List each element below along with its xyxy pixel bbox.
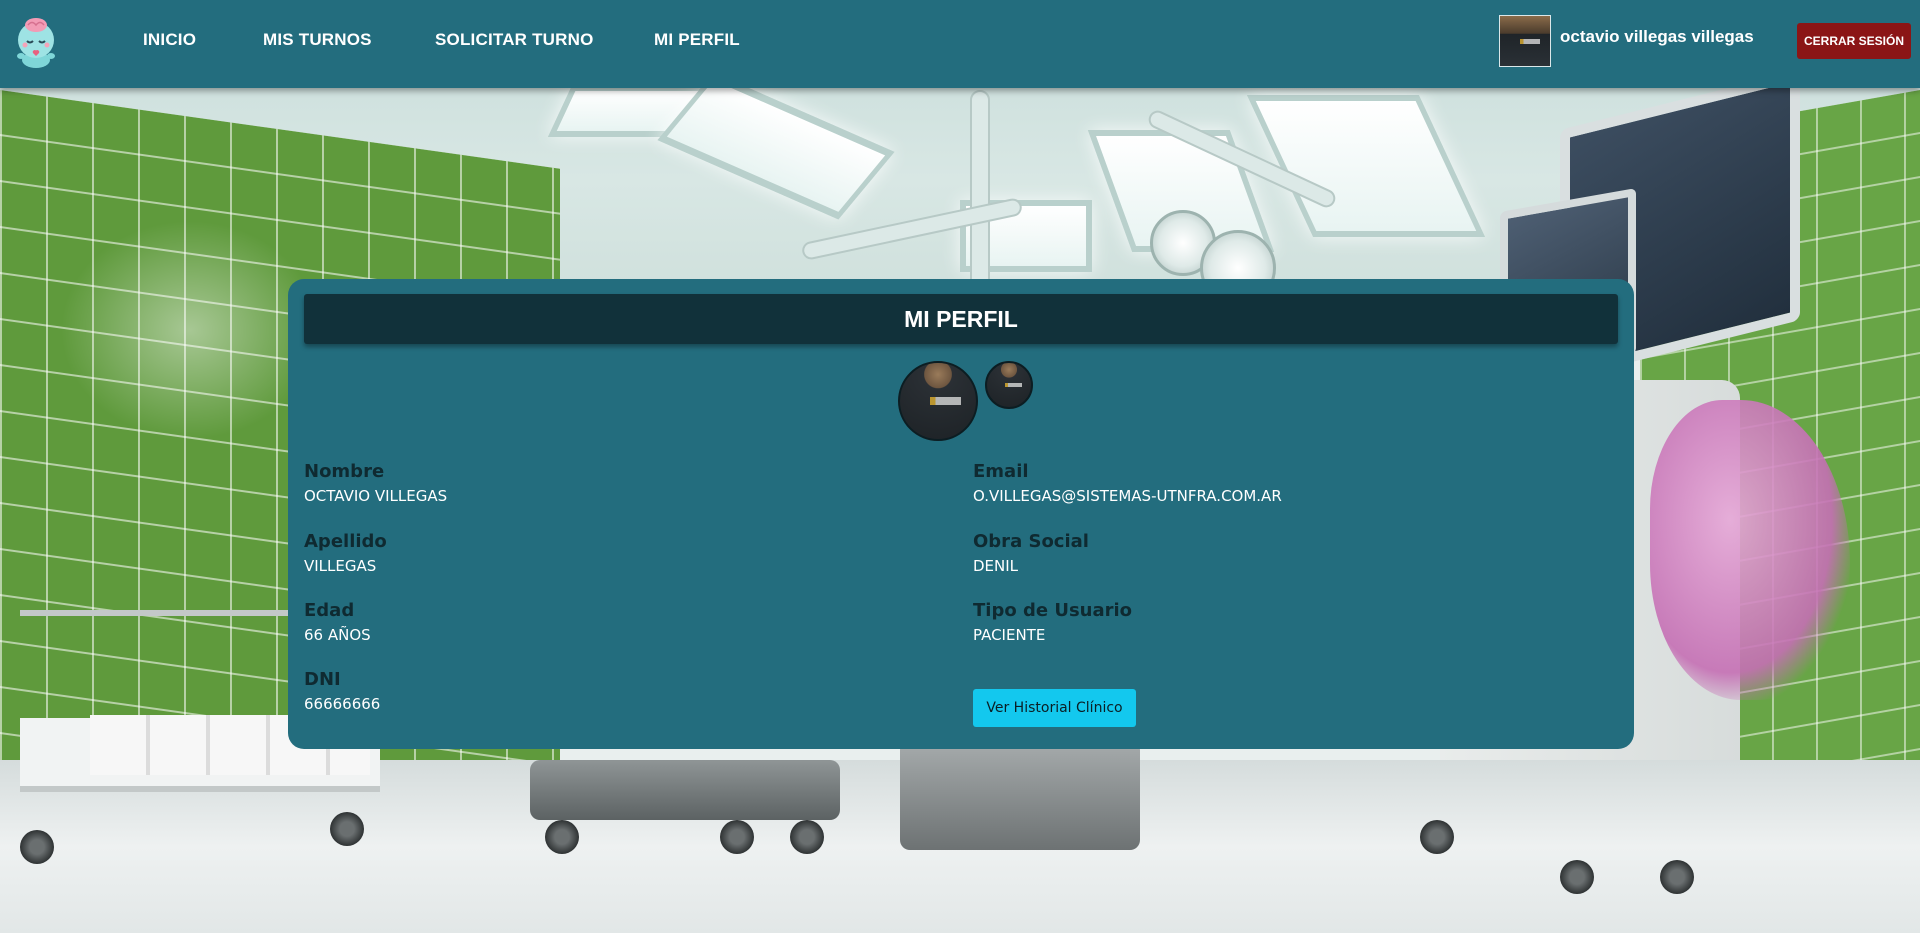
field-value: OCTAVIO VILLEGAS xyxy=(304,487,448,505)
wheel xyxy=(20,830,54,864)
field-tipo-usuario: Tipo de Usuario PACIENTE xyxy=(973,600,1132,644)
field-label: Apellido xyxy=(304,531,387,552)
field-label: Email xyxy=(973,461,1029,482)
profile-photo-primary xyxy=(898,361,978,441)
field-label: Obra Social xyxy=(973,531,1089,552)
field-email: Email O.VILLEGAS@SISTEMAS-UTNFRA.COM.AR xyxy=(973,461,1282,505)
nav-link-solicitar-turno[interactable]: SOLICITAR TURNO xyxy=(435,30,594,50)
field-value: DENIL xyxy=(973,557,1019,575)
user-avatar xyxy=(1499,15,1551,67)
ver-historial-clinico-button[interactable]: Ver Historial Clínico xyxy=(973,689,1136,727)
profile-card-header: MI PERFIL xyxy=(304,294,1618,344)
wheel xyxy=(720,820,754,854)
profile-card: MI PERFIL Nombre OCTAVIO VILLEGAS Apelli… xyxy=(288,279,1634,749)
nav-link-mi-perfil[interactable]: MI PERFIL xyxy=(654,30,740,50)
medical-machine-base xyxy=(530,760,840,820)
field-value: 66666666 xyxy=(304,695,381,713)
field-value: PACIENTE xyxy=(973,626,1046,644)
wheel xyxy=(1420,820,1454,854)
field-value: VILLEGAS xyxy=(304,557,377,575)
nav-link-mis-turnos[interactable]: MIS TURNOS xyxy=(263,30,372,50)
top-navbar: INICIO MIS TURNOS SOLICITAR TURNO MI PER… xyxy=(0,0,1920,88)
shirt-print xyxy=(1520,38,1540,44)
wall-reflection xyxy=(60,220,320,440)
field-dni: DNI 66666666 xyxy=(304,669,380,713)
field-nombre: Nombre OCTAVIO VILLEGAS xyxy=(304,461,447,505)
user-name: octavio villegas villegas xyxy=(1560,27,1754,46)
field-value: 66 AÑOS xyxy=(304,626,371,644)
field-label: Nombre xyxy=(304,461,385,482)
shirt-print xyxy=(1004,382,1023,388)
brain-character-icon[interactable] xyxy=(10,14,62,68)
wheel xyxy=(1660,860,1694,894)
nav-link-inicio[interactable]: INICIO xyxy=(143,30,196,50)
field-label: DNI xyxy=(304,669,341,690)
profile-photo-secondary xyxy=(985,361,1033,409)
field-edad: Edad 66 AÑOS xyxy=(304,600,371,644)
field-label: Edad xyxy=(304,600,355,621)
surgical-lamp-arm xyxy=(970,90,990,294)
wheel xyxy=(330,812,364,846)
shirt-print xyxy=(930,397,961,405)
logout-button[interactable]: CERRAR SESIÓN xyxy=(1797,23,1911,59)
wheel xyxy=(790,820,824,854)
field-obra-social: Obra Social DENIL xyxy=(973,531,1089,575)
wheel xyxy=(545,820,579,854)
page-title: MI PERFIL xyxy=(904,305,1018,332)
medical-machine xyxy=(900,740,1140,850)
wheel xyxy=(1560,860,1594,894)
field-value: O.VILLEGAS@SISTEMAS-UTNFRA.COM.AR xyxy=(973,487,1282,505)
field-apellido: Apellido VILLEGAS xyxy=(304,531,387,575)
field-label: Tipo de Usuario xyxy=(973,600,1133,621)
